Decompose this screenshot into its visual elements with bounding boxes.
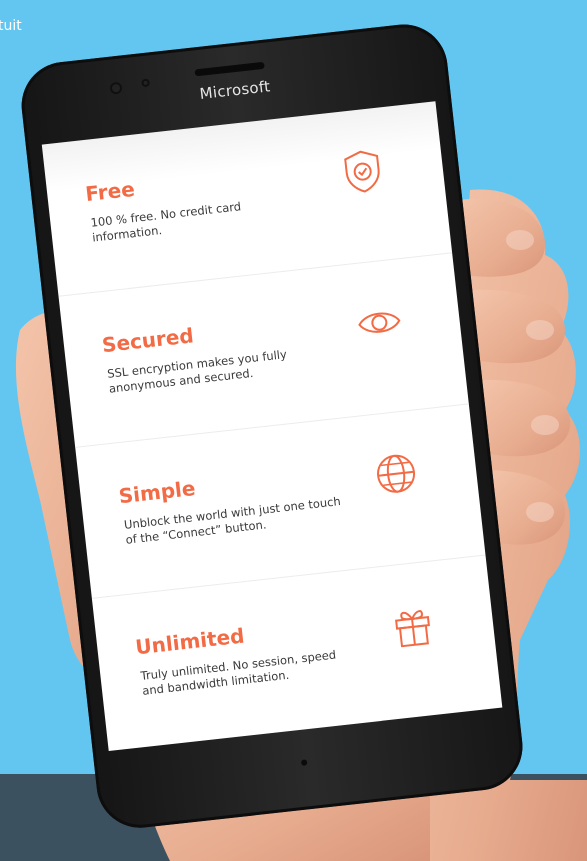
shield-check-icon xyxy=(344,150,380,193)
feature-title: Free xyxy=(84,176,136,207)
feature-title: Secured xyxy=(100,323,195,358)
phone-frame: Microsoft Free 100 % free. No credit car… xyxy=(17,19,528,833)
eye-icon xyxy=(358,312,401,333)
feature-title: Unlimited xyxy=(134,623,246,660)
gift-icon xyxy=(395,610,430,648)
home-sensor xyxy=(300,759,308,766)
phone: Microsoft Free 100 % free. No credit car… xyxy=(17,19,528,833)
sensor-icon xyxy=(141,78,151,88)
feature-title: Simple xyxy=(117,475,197,509)
earpiece xyxy=(194,61,265,77)
globe-icon xyxy=(377,454,416,493)
phone-screen: Free 100 % free. No credit card informat… xyxy=(41,101,503,751)
